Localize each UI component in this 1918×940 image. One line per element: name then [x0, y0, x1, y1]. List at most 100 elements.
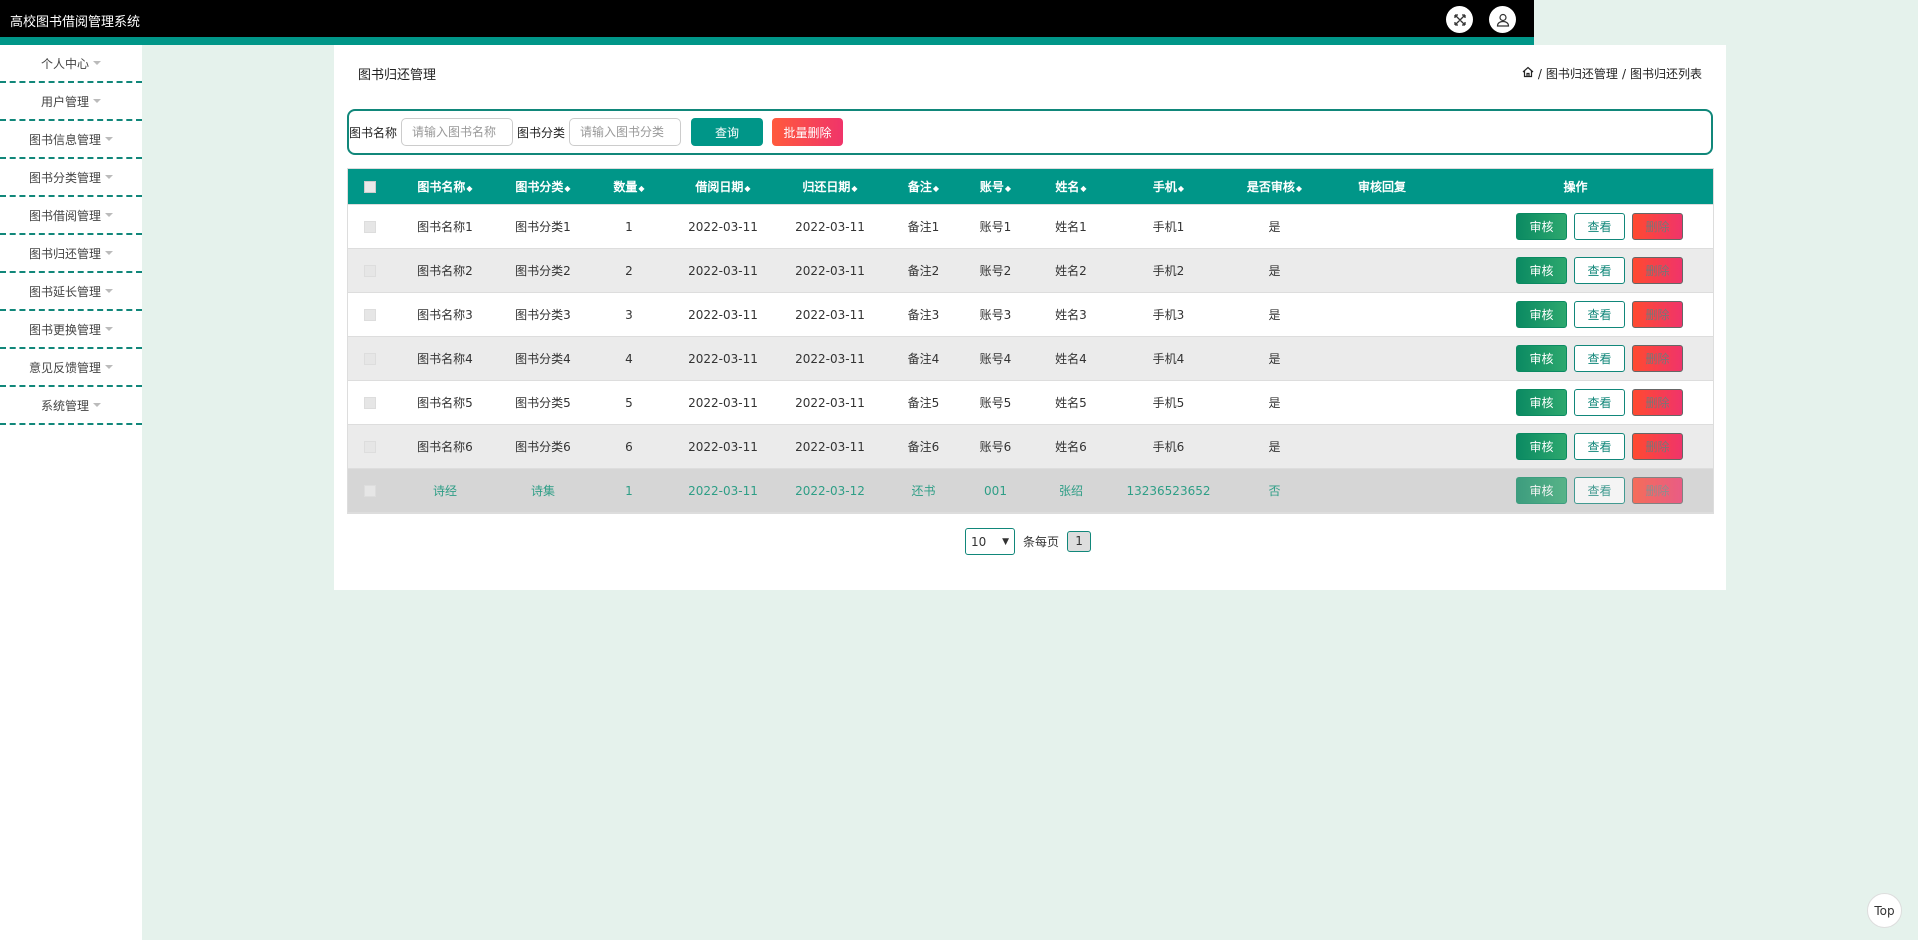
view-button[interactable]: 查看	[1574, 477, 1625, 504]
sidebar-item[interactable]: 图书延长管理	[0, 273, 142, 311]
sort-icon[interactable]: ◆	[933, 184, 939, 193]
column-header-label: 手机	[1152, 180, 1177, 194]
column-header[interactable]: 借阅日期◆	[670, 178, 776, 195]
sort-icon[interactable]: ◆	[1178, 184, 1184, 193]
table-cell: 否	[1268, 484, 1281, 498]
table-row: 图书名称2 图书分类2 2 2022-03-11 2022-03-11 备注2 账号2 姓名2…	[348, 249, 1713, 293]
home-icon[interactable]	[1522, 66, 1534, 81]
sort-icon[interactable]: ◆	[466, 184, 472, 193]
sidebar-item[interactable]: 图书更换管理	[0, 311, 142, 349]
row-checkbox[interactable]	[348, 220, 392, 233]
row-checkbox[interactable]	[348, 440, 392, 453]
sidebar-item-label: 图书归还管理	[28, 246, 101, 261]
sidebar-item[interactable]: 图书分类管理	[0, 159, 142, 197]
breadcrumb-item: 图书归还列表	[1629, 67, 1702, 81]
column-header[interactable]: 是否审核◆	[1223, 178, 1326, 195]
sidebar-item-label: 图书借阅管理	[28, 208, 101, 223]
book-name-input[interactable]	[401, 118, 514, 146]
table-cell: 13236523652	[1126, 483, 1211, 498]
sidebar-item[interactable]: 用户管理	[0, 83, 142, 121]
back-to-top-button[interactable]: Top	[1867, 893, 1902, 928]
book-category-input[interactable]	[569, 118, 682, 146]
sort-icon[interactable]: ◆	[744, 184, 750, 193]
column-header[interactable]: 账号◆	[963, 178, 1028, 195]
fullscreen-icon[interactable]	[1446, 6, 1473, 33]
sidebar-item[interactable]: 个人中心	[0, 45, 142, 83]
book-name-label: 图书名称	[349, 125, 398, 140]
table-cell: 姓名4	[1055, 352, 1087, 366]
user-icon[interactable]	[1489, 6, 1516, 33]
row-checkbox[interactable]	[348, 484, 392, 497]
column-header[interactable]: 数量◆	[588, 178, 670, 195]
table-cell: 1	[625, 483, 633, 498]
table-cell: 手机5	[1152, 396, 1185, 410]
caret-down-icon	[93, 61, 101, 65]
delete-button[interactable]: 删除	[1632, 389, 1683, 416]
delete-button[interactable]: 删除	[1632, 345, 1683, 372]
table-cell: 2022-03-11	[688, 395, 758, 410]
review-button[interactable]: 审核	[1516, 213, 1567, 240]
table-cell: 账号6	[979, 440, 1012, 454]
view-button[interactable]: 查看	[1574, 213, 1625, 240]
review-button[interactable]: 审核	[1516, 301, 1567, 328]
row-checkbox[interactable]	[348, 396, 392, 409]
delete-button[interactable]: 删除	[1632, 257, 1683, 284]
table-cell: 姓名5	[1055, 396, 1087, 410]
view-button[interactable]: 查看	[1574, 433, 1625, 460]
column-header: 操作	[1438, 178, 1713, 195]
sidebar-item[interactable]: 系统管理	[0, 387, 142, 425]
sort-icon[interactable]: ◆	[1296, 184, 1302, 193]
sort-icon[interactable]: ◆	[1005, 184, 1011, 193]
row-actions: 审核 查看 删除	[1438, 301, 1713, 328]
table-cell: 001	[984, 483, 1007, 498]
row-actions: 审核 查看 删除	[1438, 345, 1713, 372]
table-cell: 2022-03-11	[688, 263, 758, 278]
table-cell: 是	[1268, 352, 1281, 366]
review-button[interactable]: 审核	[1516, 477, 1567, 504]
delete-button[interactable]: 删除	[1632, 433, 1683, 460]
sort-icon[interactable]: ◆	[1080, 184, 1086, 193]
delete-button[interactable]: 删除	[1632, 477, 1683, 504]
sidebar-item[interactable]: 图书借阅管理	[0, 197, 142, 235]
breadcrumb-item[interactable]: 图书归还管理	[1546, 65, 1618, 82]
per-page-label: 条每页	[1023, 535, 1060, 549]
page-size-select[interactable]: 10 ▼	[965, 528, 1015, 555]
sort-icon[interactable]: ◆	[564, 184, 570, 193]
column-header-label: 图书名称	[417, 180, 466, 194]
row-checkbox[interactable]	[348, 308, 392, 321]
table-cell: 姓名3	[1055, 308, 1087, 322]
sort-icon[interactable]: ◆	[638, 184, 644, 193]
batch-delete-button[interactable]: 批量删除	[772, 118, 844, 146]
sidebar-item[interactable]: 意见反馈管理	[0, 349, 142, 387]
sidebar-item[interactable]: 图书信息管理	[0, 121, 142, 159]
row-checkbox[interactable]	[348, 264, 392, 277]
review-button[interactable]: 审核	[1516, 389, 1567, 416]
row-actions: 审核 查看 删除	[1438, 257, 1713, 284]
table-cell: 诗经	[432, 484, 457, 498]
table-cell: 2022-03-11	[688, 483, 758, 498]
query-button[interactable]: 查询	[691, 118, 764, 146]
sidebar-item[interactable]: 图书归还管理	[0, 235, 142, 273]
column-header[interactable]: 归还日期◆	[776, 178, 884, 195]
sort-icon[interactable]: ◆	[851, 184, 857, 193]
column-header[interactable]: 备注◆	[884, 178, 963, 195]
column-header[interactable]: 图书名称◆	[392, 178, 498, 195]
view-button[interactable]: 查看	[1574, 345, 1625, 372]
table-cell: 姓名1	[1055, 220, 1087, 234]
column-header[interactable]: 图书分类◆	[498, 178, 588, 195]
sidebar: 个人中心 用户管理 图书信息管理 图书分类管理图书借阅管理 图书归还管理图书延长管理 图书…	[0, 45, 142, 940]
select-all-checkbox[interactable]	[348, 180, 392, 193]
review-button[interactable]: 审核	[1516, 257, 1567, 284]
column-header[interactable]: 姓名◆	[1028, 178, 1114, 195]
view-button[interactable]: 查看	[1574, 301, 1625, 328]
review-button[interactable]: 审核	[1516, 345, 1567, 372]
view-button[interactable]: 查看	[1574, 389, 1625, 416]
view-button[interactable]: 查看	[1574, 257, 1625, 284]
row-checkbox[interactable]	[348, 352, 392, 365]
table-cell: 图书名称1	[417, 220, 473, 234]
delete-button[interactable]: 删除	[1632, 213, 1683, 240]
page-number-button[interactable]: 1	[1067, 531, 1092, 552]
delete-button[interactable]: 删除	[1632, 301, 1683, 328]
review-button[interactable]: 审核	[1516, 433, 1567, 460]
column-header[interactable]: 手机◆	[1114, 178, 1223, 195]
